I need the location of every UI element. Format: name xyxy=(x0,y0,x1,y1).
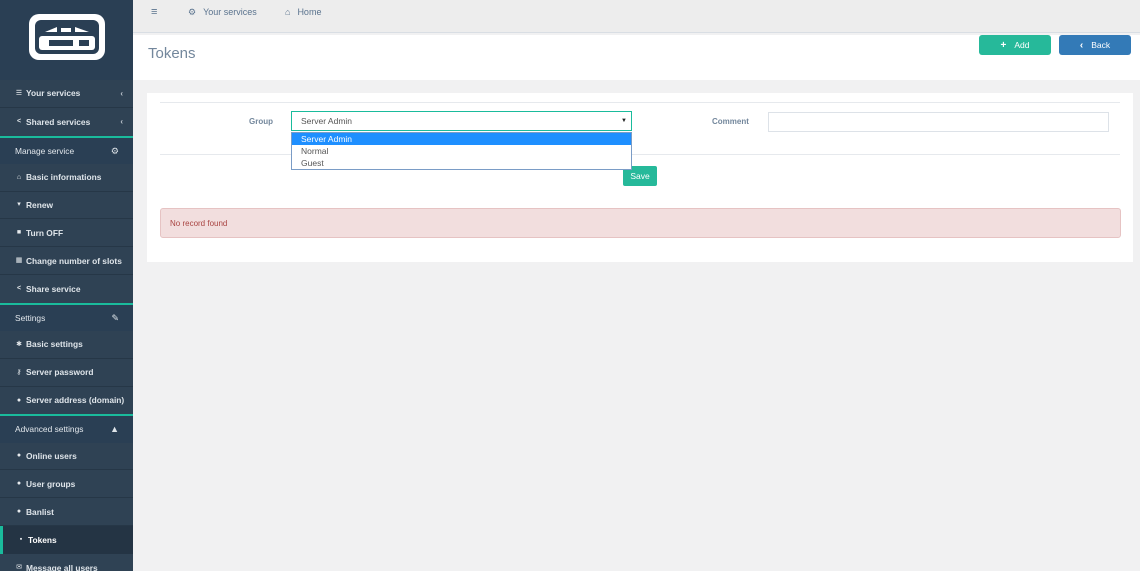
breadcrumb-label: Home xyxy=(297,7,322,17)
sidebar-header-advanced-settings: Advanced settings ▲ xyxy=(0,414,133,443)
sidebar-header-settings: Settings ✎ xyxy=(0,302,133,331)
sidebar-item-server-password[interactable]: ⚷ Server password xyxy=(0,358,133,387)
sidebar-item-label: Basic settings xyxy=(26,339,83,350)
page-title: Tokens xyxy=(148,45,196,62)
sidebar-item-share-service[interactable]: < Share service xyxy=(0,274,133,303)
grid-icon: ▦ xyxy=(15,257,23,265)
globe-icon: ● xyxy=(16,396,22,404)
sidebar-item-label: User groups xyxy=(26,478,76,489)
sidebar-item-message-all-users[interactable]: ✉ Message all users xyxy=(0,553,133,571)
caret-down-icon: ▼ xyxy=(621,118,627,124)
breadcrumb-label: Your services xyxy=(203,7,257,17)
sidebar-item-tokens[interactable]: ▪ Tokens xyxy=(0,525,133,554)
page-header: Tokens + Add ‹ Back xyxy=(133,35,1140,80)
group-option-server-admin[interactable]: Server Admin xyxy=(292,133,631,145)
group-select-value: Server Admin xyxy=(301,116,353,126)
key-icon: ⚷ xyxy=(16,368,22,376)
sidebar-item-change-slots[interactable]: ▦ Change number of slots xyxy=(0,247,133,275)
sidebar-item-shared-services[interactable]: < Shared services ‹ xyxy=(0,107,133,136)
sidebar-header-label: Advanced settings xyxy=(15,424,84,435)
group-label: Group xyxy=(249,117,273,126)
sidebar-item-label: Banlist xyxy=(26,506,54,517)
sidebar-item-label: Server password xyxy=(26,367,94,378)
sidebar-item-label: Your services xyxy=(26,88,81,99)
home-icon: ⌂ xyxy=(16,173,22,181)
logo-area xyxy=(0,0,133,80)
no-records-alert: No record found xyxy=(160,208,1121,238)
group-option-normal[interactable]: Normal xyxy=(292,145,631,157)
stop-icon: ■ xyxy=(16,229,22,237)
share-icon: < xyxy=(16,118,22,126)
group-select[interactable]: Server Admin ▼ xyxy=(291,111,632,131)
sidebar-item-label: Turn OFF xyxy=(26,227,64,238)
chevron-left-icon: ‹ xyxy=(120,116,123,126)
comment-input[interactable] xyxy=(768,112,1109,132)
message-icon: ✉ xyxy=(16,564,22,571)
logo-icon[interactable] xyxy=(27,12,107,62)
gears-icon: ⚙ xyxy=(188,6,197,17)
add-button-label: Add xyxy=(1014,40,1030,50)
back-button[interactable]: ‹ Back xyxy=(1059,35,1131,55)
top-nav: ≡ ⚙ Your services ⌂ Home xyxy=(133,0,1140,33)
sidebar-header-label: Manage service xyxy=(15,145,75,156)
user-ban-icon: ● xyxy=(16,508,22,516)
sidebar-item-banlist[interactable]: ● Banlist xyxy=(0,498,133,526)
sidebar: ☰ Your services ‹ < Shared services ‹ Ma… xyxy=(0,0,133,571)
breadcrumb-your-services[interactable]: ⚙ Your services xyxy=(188,0,257,24)
sidebar-item-label: Shared services xyxy=(26,116,91,127)
sidebar-item-user-groups[interactable]: ● User groups xyxy=(0,470,133,499)
sidebar-item-renew[interactable]: ▾ Renew xyxy=(0,191,133,220)
sidebar-item-label: Change number of slots xyxy=(26,255,122,266)
back-button-label: Back xyxy=(1091,40,1111,50)
sidebar-item-basic-settings[interactable]: ✱ Basic settings xyxy=(0,330,133,359)
home-icon: ⌂ xyxy=(285,7,291,17)
gears-icon: ⚙ xyxy=(110,145,119,156)
gear-icon: ✱ xyxy=(16,340,22,348)
sidebar-header-label: Settings xyxy=(15,312,46,323)
sidebar-item-label: Server address (domain) xyxy=(26,395,125,406)
cart-icon: ▾ xyxy=(17,201,21,209)
sidebar-item-server-address[interactable]: ● Server address (domain) xyxy=(0,386,133,415)
sidebar-item-basic-informations[interactable]: ⌂ Basic informations xyxy=(0,163,133,192)
chevron-left-icon: ‹ xyxy=(120,89,123,98)
hamburger-icon: ≡ xyxy=(151,6,158,18)
sidebar-item-label: Renew xyxy=(26,199,53,210)
sidebar-item-label: Share service xyxy=(26,283,81,294)
warning-icon: ▲ xyxy=(110,424,119,435)
share-icon: < xyxy=(16,285,22,293)
chevron-left-icon: ‹ xyxy=(1079,39,1084,51)
users-icon: ● xyxy=(16,480,22,488)
tokens-panel: Group Server Admin ▼ Comment Save No rec… xyxy=(147,93,1133,262)
breadcrumb-home[interactable]: ⌂ Home xyxy=(285,0,321,24)
sidebar-item-turn-off[interactable]: ■ Turn OFF xyxy=(0,219,133,248)
sidebar-item-label: Message all users xyxy=(26,562,98,571)
sidebar-item-online-users[interactable]: ● Online users xyxy=(0,442,133,471)
sidebar-item-label: Tokens xyxy=(28,534,57,545)
add-button[interactable]: + Add xyxy=(979,35,1051,55)
comment-label: Comment xyxy=(712,117,749,126)
lock-icon: ▪ xyxy=(19,536,23,544)
list-icon: ☰ xyxy=(15,89,23,97)
sidebar-item-label: Online users xyxy=(26,450,77,461)
sidebar-item-label: Basic informations xyxy=(26,172,102,183)
wrench-icon: ✎ xyxy=(111,312,119,323)
menu-toggle-button[interactable]: ≡ xyxy=(151,0,157,24)
divider xyxy=(160,102,1120,103)
user-icon: ● xyxy=(16,452,22,460)
group-dropdown-list: Server Admin Normal Guest xyxy=(291,132,632,170)
sidebar-item-your-services[interactable]: ☰ Your services ‹ xyxy=(0,80,133,108)
plus-icon: + xyxy=(1000,39,1007,51)
sidebar-header-manage-service: Manage service ⚙ xyxy=(0,135,133,164)
group-option-guest[interactable]: Guest xyxy=(292,157,631,169)
